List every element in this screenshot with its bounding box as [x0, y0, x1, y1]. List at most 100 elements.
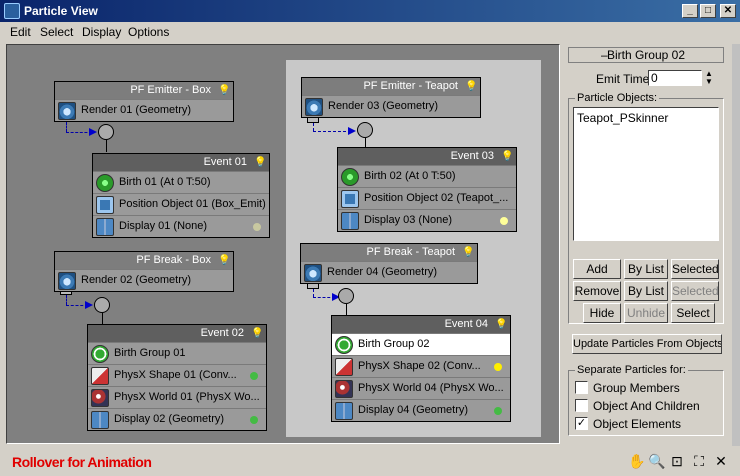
operator-label: Position Object 02 (Teapot_...	[364, 192, 509, 204]
display-icon	[335, 402, 353, 420]
remove-selected-button[interactable]: Selected	[671, 281, 719, 301]
object-elements-checkbox[interactable]: ✓	[575, 417, 588, 430]
pf-emitter-box-node[interactable]: PF Emitter - Box 💡 Render 01 (Geometry)	[54, 81, 234, 122]
birth-icon	[341, 168, 359, 186]
lightbulb-icon[interactable]: 💡	[495, 318, 507, 331]
operator-physx-shape-01[interactable]: PhysX Shape 01 (Conv...	[88, 364, 266, 386]
pf-emitter-teapot-node[interactable]: PF Emitter - Teapot 💡 Render 03 (Geometr…	[301, 77, 481, 118]
operator-birth-group-02[interactable]: Birth Group 02	[332, 333, 510, 355]
app-icon	[4, 3, 20, 19]
lightbulb-icon[interactable]: 💡	[462, 246, 474, 259]
operator-display-03[interactable]: Display 03 (None)	[338, 209, 516, 231]
wire	[313, 123, 314, 131]
operator-physx-world-01[interactable]: PhysX World 01 (PhysX Wo...	[88, 386, 266, 408]
unhide-button[interactable]: Unhide	[624, 303, 668, 323]
wire	[66, 122, 67, 132]
separate-particles-group: Separate Particles for: Group Members Ob…	[568, 364, 724, 436]
zoom-extents-icon[interactable]: ⛶	[690, 452, 708, 470]
list-item[interactable]: Teapot_PSkinner	[574, 108, 718, 128]
lightbulb-icon[interactable]: 💡	[218, 84, 230, 97]
menu-options[interactable]: Options	[128, 25, 169, 39]
event-03-node[interactable]: Event 03 💡 Birth 02 (At 0 T:50) Position…	[337, 147, 517, 232]
maximize-button[interactable]: □	[700, 4, 716, 18]
operator-label: Birth Group 01	[114, 347, 186, 359]
lightbulb-icon[interactable]: 💡	[501, 150, 513, 163]
input-socket[interactable]	[94, 297, 110, 313]
by-list-button[interactable]: By List	[624, 259, 668, 279]
close-button[interactable]: ✕	[720, 4, 736, 18]
zoom-icon[interactable]: 🔍	[648, 452, 666, 470]
selected-button[interactable]: Selected	[671, 259, 719, 279]
event-01-node[interactable]: Event 01 💡 Birth 01 (At 0 T:50) Position…	[92, 153, 270, 238]
wire	[313, 289, 314, 297]
rollout-title: Birth Group 02	[606, 48, 686, 62]
operator-birth-group-01[interactable]: Birth Group 01	[88, 342, 266, 364]
pf-break-box-node[interactable]: PF Break - Box 💡 Render 02 (Geometry)	[54, 251, 234, 292]
node-title: Event 04	[332, 316, 510, 333]
panel-scrollbar[interactable]	[732, 44, 740, 446]
minimize-button[interactable]: _	[682, 4, 698, 18]
lightbulb-icon[interactable]: 💡	[465, 80, 477, 93]
collapse-icon: –	[601, 48, 608, 62]
physx-world-icon	[335, 380, 353, 398]
operator-render-01[interactable]: Render 01 (Geometry)	[55, 99, 233, 121]
particle-objects-list[interactable]: Teapot_PSkinner	[573, 107, 719, 241]
group-members-checkbox[interactable]	[575, 381, 588, 394]
operator-physx-world-04[interactable]: PhysX World 04 (PhysX Wo...	[332, 377, 510, 399]
particle-diagram-canvas[interactable]: PF Emitter - Box 💡 Render 01 (Geometry) …	[6, 44, 560, 444]
render-icon	[58, 102, 76, 120]
operator-display-02[interactable]: Display 02 (Geometry)	[88, 408, 266, 430]
operator-display-01[interactable]: Display 01 (None)	[93, 215, 269, 237]
operator-label: PhysX World 01 (PhysX Wo...	[114, 391, 260, 403]
node-title: Event 03	[338, 148, 516, 165]
operator-label: Display 02 (Geometry)	[114, 413, 225, 425]
remove-button[interactable]: Remove	[573, 281, 621, 301]
display-color-swatch[interactable]	[494, 407, 502, 415]
rollout-header[interactable]: – Birth Group 02	[568, 47, 724, 63]
status-dot	[494, 363, 502, 371]
hide-button[interactable]: Hide	[583, 303, 621, 323]
zoom-region-icon[interactable]: ⊡	[668, 452, 686, 470]
pan-hand-icon[interactable]: ✋	[628, 452, 646, 470]
input-socket[interactable]	[357, 122, 373, 138]
operator-birth-02[interactable]: Birth 02 (At 0 T:50)	[338, 165, 516, 187]
add-button[interactable]: Add	[573, 259, 621, 279]
operator-label: Position Object 01 (Box_Emit)	[119, 198, 266, 210]
object-elements-label: Object Elements	[593, 417, 682, 431]
operator-position-object-01[interactable]: Position Object 01 (Box_Emit)	[93, 193, 269, 215]
display-color-swatch[interactable]	[500, 217, 508, 225]
display-color-swatch[interactable]	[253, 223, 261, 231]
operator-render-02[interactable]: Render 02 (Geometry)	[55, 269, 233, 291]
menu-display[interactable]: Display	[82, 25, 121, 39]
lightbulb-icon[interactable]: 💡	[218, 254, 230, 267]
operator-display-04[interactable]: Display 04 (Geometry)	[332, 399, 510, 421]
no-zoom-icon[interactable]: ✕	[712, 452, 730, 470]
operator-render-04[interactable]: Render 04 (Geometry)	[301, 261, 477, 283]
event-02-node[interactable]: Event 02 💡 Birth Group 01 PhysX Shape 01…	[87, 324, 267, 431]
event-04-node[interactable]: Event 04 💡 Birth Group 02 PhysX Shape 02…	[331, 315, 511, 422]
input-socket[interactable]	[98, 124, 114, 140]
emit-time-field[interactable]: 0	[648, 70, 702, 86]
node-title: PF Emitter - Teapot	[302, 78, 480, 95]
emit-time-spinner[interactable]: ▲ ▼	[704, 70, 714, 86]
operator-physx-shape-02[interactable]: PhysX Shape 02 (Conv...	[332, 355, 510, 377]
operator-label: Display 03 (None)	[364, 214, 453, 226]
select-button[interactable]: Select	[671, 303, 715, 323]
operator-position-object-02[interactable]: Position Object 02 (Teapot_...	[338, 187, 516, 209]
update-particles-button[interactable]: Update Particles From Objects	[572, 334, 722, 354]
operator-label: Display 04 (Geometry)	[358, 404, 469, 416]
lightbulb-icon[interactable]: 💡	[254, 156, 266, 169]
object-and-children-label: Object And Children	[593, 399, 700, 413]
group-members-label: Group Members	[593, 381, 680, 395]
operator-render-03[interactable]: Render 03 (Geometry)	[302, 95, 480, 117]
object-and-children-checkbox[interactable]	[575, 399, 588, 412]
input-socket[interactable]	[338, 288, 354, 304]
operator-birth-01[interactable]: Birth 01 (At 0 T:50)	[93, 171, 269, 193]
node-title: Event 02	[88, 325, 266, 342]
display-color-swatch[interactable]	[250, 416, 258, 424]
menu-edit[interactable]: Edit	[10, 25, 31, 39]
remove-by-list-button[interactable]: By List	[624, 281, 668, 301]
menu-select[interactable]: Select	[40, 25, 73, 39]
pf-break-teapot-node[interactable]: PF Break - Teapot 💡 Render 04 (Geometry)	[300, 243, 478, 284]
lightbulb-icon[interactable]: 💡	[251, 327, 263, 340]
